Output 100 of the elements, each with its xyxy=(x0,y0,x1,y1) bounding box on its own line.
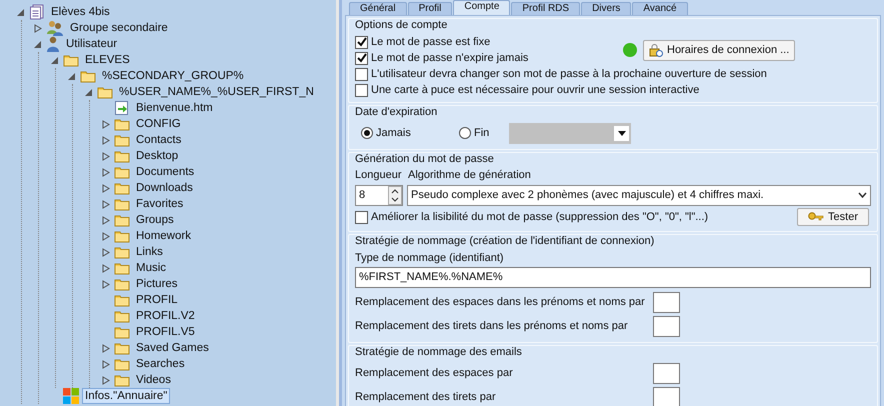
radio-button[interactable] xyxy=(361,127,373,139)
checkbox-label: L'utilisateur devra changer son mot de passe à la prochaine ouverture de session xyxy=(371,66,767,82)
radio-button[interactable] xyxy=(459,127,471,139)
folder-icon xyxy=(114,117,130,131)
expand-arrow-icon[interactable] xyxy=(102,168,110,176)
tree-item[interactable]: Searches xyxy=(133,356,188,372)
tree-item[interactable]: Homework xyxy=(133,228,194,244)
checkbox-label: Une carte à puce est nécessaire pour ouvrir une session interactive xyxy=(371,82,700,98)
tree-item[interactable]: Groups xyxy=(133,212,177,228)
checkbox[interactable] xyxy=(355,52,368,64)
folder-icon xyxy=(114,293,130,307)
expand-arrow-icon[interactable] xyxy=(102,264,110,272)
collapse-arrow-icon[interactable] xyxy=(85,88,93,96)
document-icon xyxy=(29,4,45,20)
tab[interactable]: Profil xyxy=(408,2,452,15)
tree-item[interactable]: Desktop xyxy=(133,148,182,164)
tree-item[interactable]: CONFIG xyxy=(133,116,184,132)
tab[interactable]: Compte xyxy=(453,0,510,15)
tree-item[interactable]: Infos."Annuaire" xyxy=(82,388,170,404)
length-spinner[interactable]: 8 xyxy=(355,184,403,206)
user-icon xyxy=(46,36,60,52)
tree-item[interactable]: PROFIL xyxy=(133,292,181,308)
tab[interactable]: Profil RDS xyxy=(511,2,580,15)
algorithm-dropdown[interactable]: Pseudo complexe avec 2 phonèmes (avec majuscule) et 4 chiffres maxi. xyxy=(407,184,871,206)
folder-icon xyxy=(114,245,130,259)
input-field[interactable] xyxy=(653,386,680,406)
expand-arrow-icon[interactable] xyxy=(102,232,110,240)
expand-arrow-icon[interactable] xyxy=(102,280,110,288)
expand-arrow-icon[interactable] xyxy=(102,248,110,256)
group-title: Options de compte xyxy=(355,19,448,32)
expand-arrow-icon[interactable] xyxy=(102,216,110,224)
group-title: Stratégie de nommage des emails xyxy=(355,346,523,359)
dropdown-arrow-icon xyxy=(618,130,626,136)
tree-item[interactable]: Links xyxy=(133,244,166,260)
tree-item[interactable]: Saved Games xyxy=(133,340,212,356)
expand-arrow-icon[interactable] xyxy=(102,360,110,368)
tree-item[interactable]: Pictures xyxy=(133,276,181,292)
tree-item[interactable]: PROFIL.V5 xyxy=(133,324,198,340)
expand-arrow-icon[interactable] xyxy=(102,376,110,384)
folder-icon xyxy=(114,261,130,275)
input-field[interactable] xyxy=(653,362,680,384)
tree-item[interactable]: Utilisateur xyxy=(63,36,120,52)
collapse-arrow-icon[interactable] xyxy=(68,72,76,80)
tree-item[interactable]: Videos xyxy=(133,372,174,388)
expand-arrow-icon[interactable] xyxy=(102,152,110,160)
checkbox-label: Le mot de passe n'expire jamais xyxy=(371,50,528,66)
chevron-down-icon xyxy=(858,192,867,198)
folder-icon xyxy=(80,69,96,83)
tree-item[interactable]: Bienvenue.htm xyxy=(133,100,216,116)
field-label: Remplacement des tirets par xyxy=(355,390,497,405)
tree-item[interactable]: Favorites xyxy=(133,196,186,212)
folder-icon xyxy=(114,181,130,195)
tab[interactable]: Divers xyxy=(581,2,632,15)
folder-icon xyxy=(114,341,130,355)
expand-arrow-icon[interactable] xyxy=(102,120,110,128)
expand-arrow-icon[interactable] xyxy=(102,184,110,192)
naming-type-input[interactable]: %FIRST_NAME%.%NAME% xyxy=(355,267,871,288)
folder-icon xyxy=(114,197,130,211)
folder-icon xyxy=(114,357,130,371)
checkbox[interactable] xyxy=(355,68,368,80)
tree-item[interactable]: Documents xyxy=(133,164,198,180)
tree-item[interactable]: Downloads xyxy=(133,180,196,196)
expand-arrow-icon[interactable] xyxy=(102,344,110,352)
checkbox[interactable] xyxy=(355,210,368,224)
radio-label: Fin xyxy=(474,126,490,141)
spinner-arrows-icon[interactable] xyxy=(388,186,402,204)
folder-icon xyxy=(63,53,79,67)
group-title: Date d'expiration xyxy=(355,106,438,119)
folder-icon xyxy=(97,85,113,99)
checkbox-label: Le mot de passe est fixe xyxy=(371,34,490,50)
checkbox-label: Améliorer la lisibilité du mot de passe (suppression des "O", "0", "l"...) xyxy=(371,210,708,225)
tree-item[interactable]: ELEVES xyxy=(82,52,133,68)
tree-item[interactable]: %SECONDARY_GROUP% xyxy=(99,68,247,84)
group-title: Stratégie de nommage (création de l'identifiant de connexion) xyxy=(355,235,656,248)
expand-arrow-icon[interactable] xyxy=(34,24,42,32)
collapse-arrow-icon[interactable] xyxy=(51,56,59,64)
checkbox[interactable] xyxy=(355,84,368,96)
key-icon xyxy=(808,211,824,223)
tab[interactable]: Avancé xyxy=(632,2,688,15)
expand-arrow-icon[interactable] xyxy=(102,136,110,144)
field-label: Type de nommage (identifiant) xyxy=(355,251,505,265)
checkbox[interactable] xyxy=(355,36,368,48)
folder-icon xyxy=(114,325,130,339)
input-field[interactable] xyxy=(653,316,680,336)
tree-item[interactable]: Groupe secondaire xyxy=(67,20,171,36)
tree-item[interactable]: PROFIL.V2 xyxy=(133,308,198,324)
tree-item[interactable]: Music xyxy=(133,260,170,276)
expand-arrow-icon[interactable] xyxy=(102,200,110,208)
group-title: Génération du mot de passe xyxy=(355,153,495,166)
tree-item[interactable]: %USER_NAME%_%USER_FIRST_N xyxy=(116,84,317,100)
padlock-clock-icon xyxy=(649,43,663,57)
tree-item[interactable]: Elèves 4bis xyxy=(48,4,113,20)
test-button[interactable]: Tester xyxy=(797,208,869,226)
folder-icon xyxy=(114,149,130,163)
tree-item[interactable]: Contacts xyxy=(133,132,184,148)
input-field[interactable] xyxy=(653,292,680,312)
collapse-arrow-icon[interactable] xyxy=(17,8,25,16)
schedule-button[interactable]: Horaires de connexion ... xyxy=(643,40,796,60)
collapse-arrow-icon[interactable] xyxy=(34,40,42,48)
tab[interactable]: Général xyxy=(349,2,407,15)
